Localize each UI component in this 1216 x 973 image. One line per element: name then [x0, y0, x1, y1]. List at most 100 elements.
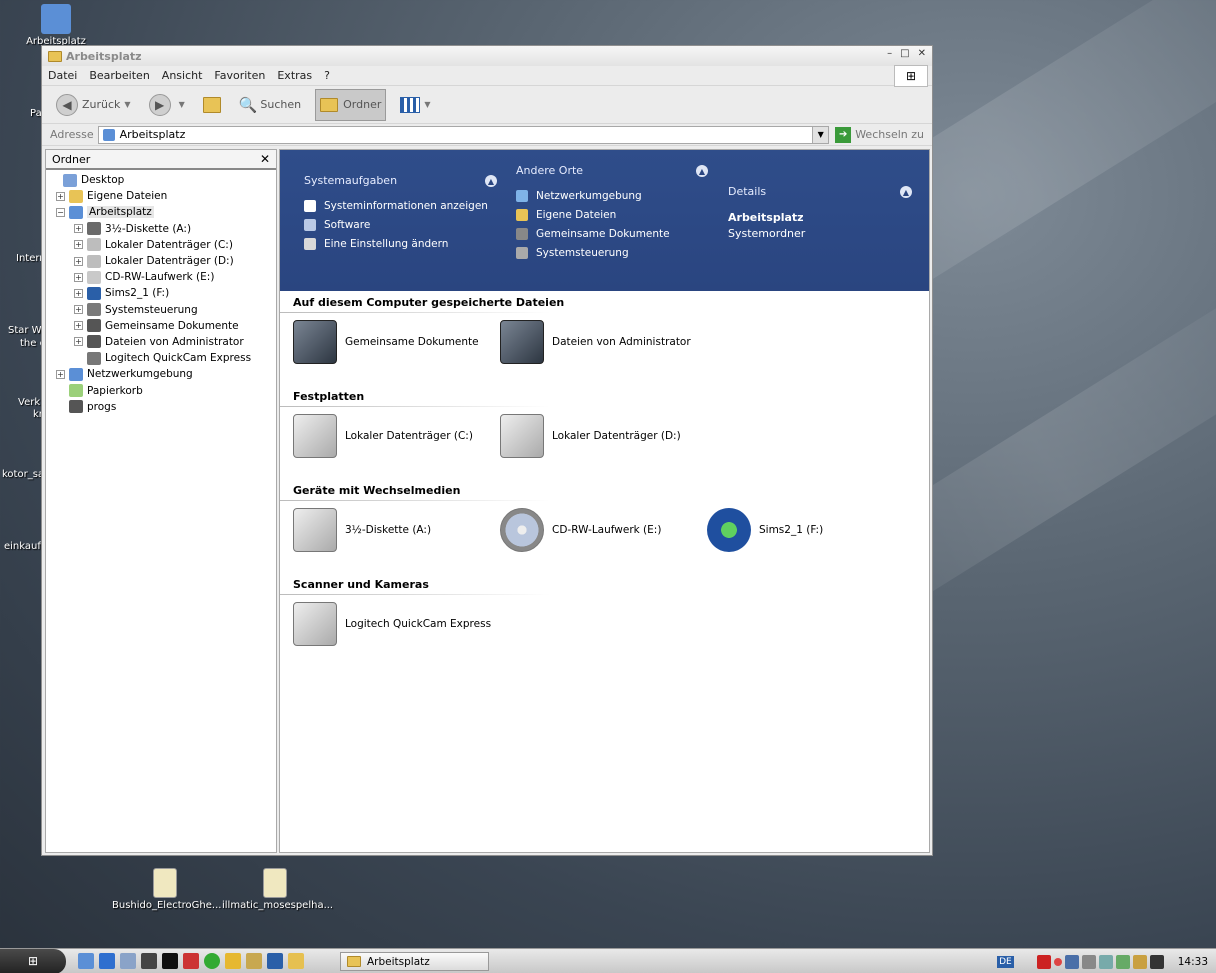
taskbar-window-button[interactable]: Arbeitsplatz: [340, 952, 489, 971]
expand-icon[interactable]: +: [74, 288, 83, 298]
details-title[interactable]: Details: [728, 185, 766, 198]
tray-icon[interactable]: [1053, 957, 1062, 966]
go-button[interactable]: ➔ Wechseln zu: [835, 126, 924, 143]
desktop-icon-bushido[interactable]: Bushido_ElectroGhe...: [112, 868, 221, 911]
tree-item[interactable]: − Arbeitsplatz: [46, 204, 276, 220]
language-indicator[interactable]: DE: [997, 955, 1014, 968]
tree-item[interactable]: Desktop: [46, 172, 276, 188]
expand-icon[interactable]: +: [74, 256, 83, 266]
content-item[interactable]: CD-RW-Laufwerk (E:): [500, 508, 661, 552]
start-button[interactable]: ⊞: [0, 948, 66, 973]
search-button[interactable]: 🔍 Suchen: [235, 89, 305, 121]
task-link-settings[interactable]: Eine Einstellung ändern: [304, 238, 448, 250]
media-icon[interactable]: [141, 953, 157, 969]
content-item[interactable]: Sims2_1 (F:): [707, 508, 823, 552]
place-link-control-panel[interactable]: Systemsteuerung: [516, 247, 629, 259]
content-item[interactable]: 3½-Diskette (A:): [293, 508, 431, 552]
cd-drive-icon: [500, 508, 544, 552]
content-item[interactable]: Logitech QuickCam Express: [293, 602, 491, 646]
utility-icon[interactable]: [246, 953, 262, 969]
content-item[interactable]: Lokaler Datenträger (C:): [293, 414, 473, 458]
tree-item[interactable]: + Eigene Dateien: [46, 188, 276, 204]
desktop-icon-arbeitsplatz[interactable]: Arbeitsplatz: [22, 4, 90, 47]
volume-icon[interactable]: [1064, 954, 1079, 969]
tree-item[interactable]: +3½-Diskette (A:): [46, 221, 276, 237]
forward-button[interactable]: ▶ ▼: [145, 89, 189, 121]
minimize-button[interactable]: –: [887, 48, 892, 59]
place-link-shared-docs[interactable]: Gemeinsame Dokumente: [516, 228, 670, 240]
tree-item[interactable]: + Lokaler Datenträger (D:): [46, 253, 276, 269]
close-icon[interactable]: ✕: [260, 152, 270, 166]
desktop-clipped-label[interactable]: Pa: [30, 108, 42, 119]
content-item[interactable]: Gemeinsame Dokumente: [293, 320, 479, 364]
dropdown-arrow-icon[interactable]: ▼: [179, 100, 185, 109]
tray-icon[interactable]: [1098, 954, 1113, 969]
up-button[interactable]: [199, 89, 225, 121]
task-link-software[interactable]: Software: [304, 219, 370, 231]
tray-icon[interactable]: [1149, 954, 1164, 969]
back-button[interactable]: ◀ Zurück ▼: [52, 89, 135, 121]
menu-extras[interactable]: Extras: [277, 69, 312, 82]
menu-ansicht[interactable]: Ansicht: [162, 69, 203, 82]
expand-icon[interactable]: +: [56, 369, 65, 379]
tool-icon[interactable]: [225, 953, 241, 969]
mail-icon[interactable]: [120, 953, 136, 969]
antivirus-icon[interactable]: [1036, 954, 1051, 969]
tray-icon[interactable]: [1081, 954, 1096, 969]
place-link-documents[interactable]: Eigene Dateien: [516, 209, 616, 221]
place-link-network[interactable]: Netzwerkumgebung: [516, 190, 642, 202]
menu-help[interactable]: ?: [324, 69, 330, 82]
expand-icon[interactable]: +: [74, 337, 83, 347]
expand-icon[interactable]: +: [74, 305, 83, 315]
system-tray: DE 14:33: [997, 949, 1216, 973]
task-link-sysinfo[interactable]: Systeminformationen anzeigen: [304, 200, 488, 212]
close-button[interactable]: ✕: [918, 48, 926, 59]
menu-favoriten[interactable]: Favoriten: [214, 69, 265, 82]
dropdown-arrow-icon[interactable]: ▼: [124, 100, 130, 109]
tree-item[interactable]: + Sims2_1 (F:): [46, 285, 276, 301]
folders-button[interactable]: Ordner: [315, 88, 387, 121]
terminal-icon[interactable]: [162, 953, 178, 969]
other-places-title[interactable]: Andere Orte: [516, 164, 583, 177]
expand-icon[interactable]: +: [74, 272, 83, 282]
menu-datei[interactable]: Datei: [48, 69, 77, 82]
show-desktop-icon[interactable]: [78, 953, 94, 969]
search-icon: 🔍: [238, 95, 258, 114]
collapse-icon[interactable]: ▲: [485, 175, 497, 187]
desktop-icon-illmatic[interactable]: illmatic_mosespelha...: [222, 868, 333, 911]
views-button[interactable]: ▼: [396, 89, 434, 121]
system-tasks-title[interactable]: Systemaufgaben: [304, 174, 397, 187]
expand-icon[interactable]: +: [74, 224, 83, 234]
tray-icon[interactable]: [1132, 954, 1147, 969]
acrobat-icon[interactable]: [183, 953, 199, 969]
tree-item[interactable]: + CD-RW-Laufwerk (E:): [46, 269, 276, 285]
tree-item[interactable]: + Dateien von Administrator: [46, 334, 276, 350]
text-app-icon[interactable]: [267, 953, 283, 969]
collapse-icon[interactable]: ▲: [900, 186, 912, 198]
expand-icon[interactable]: +: [56, 191, 65, 201]
expand-icon[interactable]: +: [74, 240, 83, 250]
browser-icon[interactable]: [99, 953, 115, 969]
menu-bearbeiten[interactable]: Bearbeiten: [89, 69, 149, 82]
info-app-icon[interactable]: [204, 953, 220, 969]
content-item[interactable]: Dateien von Administrator: [500, 320, 691, 364]
maximize-button[interactable]: □: [900, 48, 909, 59]
desktop-clipped-label[interactable]: kotor_sa: [2, 469, 44, 480]
tray-icon[interactable]: [1115, 954, 1130, 969]
desktop-clipped-label[interactable]: einkaufs: [4, 541, 46, 552]
expand-icon[interactable]: +: [74, 321, 83, 331]
address-dropdown-icon[interactable]: ▼: [812, 126, 829, 143]
tree-item[interactable]: Papierkorb: [46, 382, 276, 398]
tree-item[interactable]: + Lokaler Datenträger (C:): [46, 237, 276, 253]
tree-item[interactable]: Logitech QuickCam Express: [46, 350, 276, 366]
tree-item[interactable]: progs: [46, 399, 276, 415]
audio-app-icon[interactable]: [288, 953, 304, 969]
tree-item[interactable]: + Netzwerkumgebung: [46, 366, 276, 382]
collapse-icon[interactable]: ▲: [696, 165, 708, 177]
content-item[interactable]: Lokaler Datenträger (D:): [500, 414, 681, 458]
address-input[interactable]: Arbeitsplatz ▼: [97, 125, 830, 144]
tree-item[interactable]: + Systemsteuerung: [46, 302, 276, 318]
title-bar[interactable]: Arbeitsplatz – □ ✕: [42, 46, 932, 66]
expand-icon[interactable]: −: [56, 207, 65, 217]
tree-item[interactable]: + Gemeinsame Dokumente: [46, 318, 276, 334]
